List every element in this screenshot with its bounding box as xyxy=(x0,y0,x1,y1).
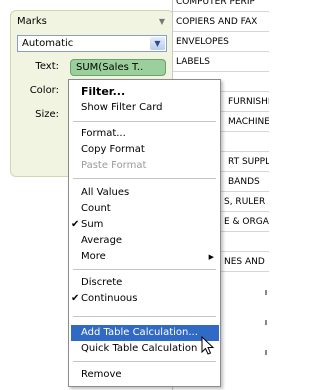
menu-item-count[interactable]: Count xyxy=(81,203,111,214)
menu-item-format[interactable]: Format... xyxy=(81,128,126,139)
chevron-down-icon[interactable]: ▼ xyxy=(159,17,165,26)
axis-tick xyxy=(265,320,267,325)
pill-context-menu: Filter... Show Filter Card Format... Cop… xyxy=(68,79,221,387)
text-shelf-label: Text: xyxy=(35,61,59,72)
check-icon: ✔ xyxy=(71,219,80,230)
menu-item-continuous[interactable]: Continuous xyxy=(81,293,137,304)
menu-item-show-filter-card[interactable]: Show Filter Card xyxy=(81,102,163,113)
marks-card-title: Marks xyxy=(17,16,47,27)
size-shelf-label: Size: xyxy=(35,109,59,120)
table-row: ENVELOPES xyxy=(173,32,269,52)
menu-separator xyxy=(73,361,216,362)
menu-item-more[interactable]: More xyxy=(81,251,106,262)
menu-item-all-values[interactable]: All Values xyxy=(81,187,129,198)
menu-item-quick-table-calculation[interactable]: Quick Table Calculation xyxy=(81,343,197,354)
menu-separator xyxy=(73,269,216,270)
menu-item-discrete[interactable]: Discrete xyxy=(81,277,122,288)
table-row: COPIERS AND FAX xyxy=(173,12,269,32)
table-row: LABELS xyxy=(173,52,269,72)
sum-sales-pill[interactable]: SUM(Sales T.. xyxy=(70,59,166,76)
menu-item-average[interactable]: Average xyxy=(81,235,122,246)
mark-type-value: Automatic xyxy=(22,38,74,49)
axis-tick xyxy=(265,290,267,295)
table-row: COMPUTER PERIP xyxy=(173,0,269,12)
menu-item-add-table-calculation[interactable]: Add Table Calculation... xyxy=(81,327,198,338)
color-shelf-label: Color: xyxy=(29,85,59,96)
menu-item-paste-format: Paste Format xyxy=(81,160,147,171)
dropdown-arrow-icon[interactable]: ▼ xyxy=(150,37,165,50)
menu-item-filter[interactable]: Filter... xyxy=(81,85,125,98)
submenu-arrow-icon: ▶ xyxy=(208,253,214,261)
menu-item-remove[interactable]: Remove xyxy=(81,369,122,380)
mouse-pointer-icon xyxy=(201,336,215,355)
menu-separator xyxy=(73,316,216,317)
mark-type-dropdown[interactable]: Automatic ▼ xyxy=(17,35,167,52)
axis-tick xyxy=(265,350,267,355)
menu-separator xyxy=(73,178,216,179)
pill-label: SUM(Sales T.. xyxy=(76,62,144,73)
menu-separator xyxy=(73,121,216,122)
menu-item-sum[interactable]: Sum xyxy=(81,219,103,230)
menu-item-copy-format[interactable]: Copy Format xyxy=(81,144,145,155)
check-icon: ✔ xyxy=(71,293,80,304)
